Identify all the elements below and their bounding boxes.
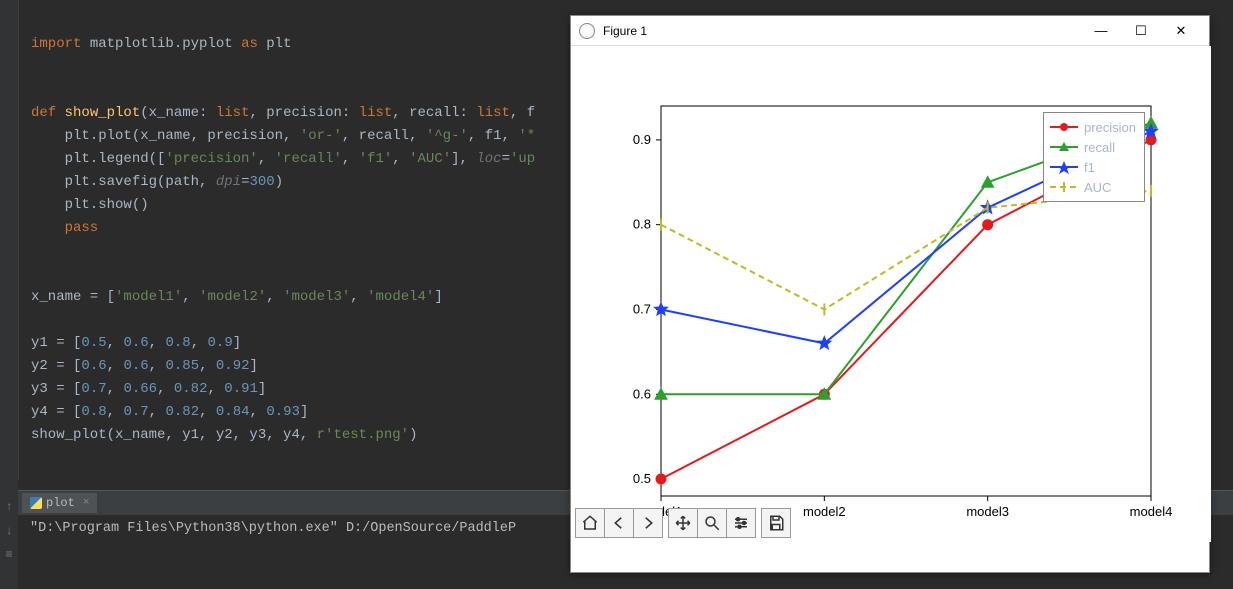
minimize-button[interactable]: — (1081, 17, 1121, 45)
figure-titlebar[interactable]: Figure 1 — ☐ ✕ (571, 16, 1209, 46)
maximize-button[interactable]: ☐ (1121, 17, 1161, 45)
app-icon (579, 23, 595, 39)
legend-label: recall (1084, 140, 1115, 155)
svg-text:model4: model4 (1130, 504, 1173, 519)
chart-canvas: 0.50.60.70.80.9model1model2model3model4 … (571, 46, 1211, 542)
up-icon[interactable]: ↑ (5, 500, 12, 514)
down-icon[interactable]: ↓ (5, 524, 12, 538)
overflow-icon[interactable]: ≡ (5, 548, 12, 562)
svg-text:0.7: 0.7 (633, 301, 651, 316)
run-tab-plot[interactable]: plot × (22, 493, 97, 513)
legend-item: AUC (1050, 177, 1136, 197)
home-icon[interactable] (575, 508, 605, 538)
legend-item: recall (1050, 137, 1136, 157)
forward-icon[interactable] (633, 508, 663, 538)
legend-item: precision (1050, 117, 1136, 137)
legend-label: precision (1084, 120, 1136, 135)
figure-window: Figure 1 — ☐ ✕ 0.50.60.70.80.9model1mode… (570, 15, 1210, 573)
svg-text:0.6: 0.6 (633, 386, 651, 401)
legend-item: f1 (1050, 157, 1136, 177)
tool-strip: ↑ ↓ ≡ (0, 500, 18, 562)
run-tab-label: plot (46, 496, 75, 510)
save-icon[interactable] (761, 508, 791, 538)
svg-text:0.5: 0.5 (633, 471, 651, 486)
svg-text:0.9: 0.9 (633, 132, 651, 147)
back-icon[interactable] (604, 508, 634, 538)
svg-text:model2: model2 (803, 504, 846, 519)
legend-label: f1 (1084, 160, 1095, 175)
svg-text:model3: model3 (966, 504, 1009, 519)
configure-icon[interactable] (726, 508, 756, 538)
pan-icon[interactable] (668, 508, 698, 538)
close-icon[interactable]: × (83, 497, 90, 509)
window-title: Figure 1 (603, 24, 647, 38)
zoom-icon[interactable] (697, 508, 727, 538)
legend: precision recall f1 AUC (1043, 112, 1145, 202)
close-button[interactable]: ✕ (1161, 17, 1201, 45)
mpl-toolbar (575, 508, 790, 538)
legend-label: AUC (1084, 180, 1111, 195)
svg-text:0.8: 0.8 (633, 217, 651, 232)
python-icon (30, 497, 42, 509)
